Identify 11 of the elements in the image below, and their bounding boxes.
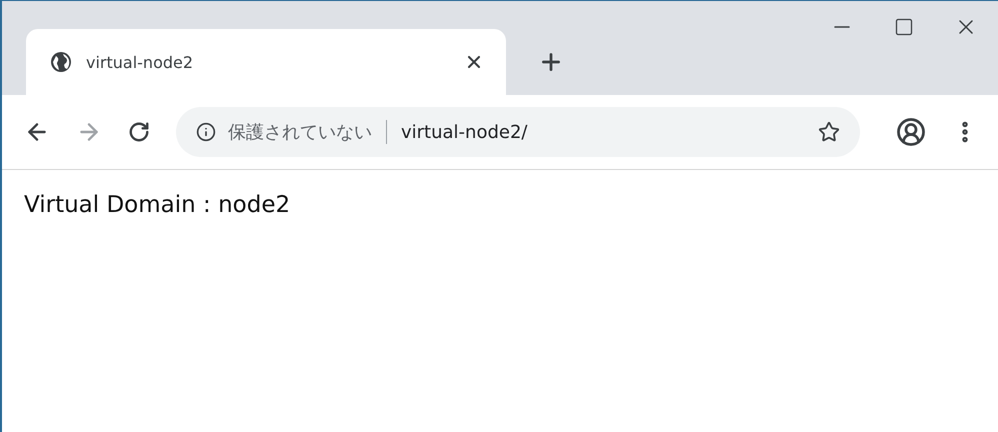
tab-title: virtual-node2 — [86, 52, 194, 72]
star-icon[interactable] — [818, 121, 840, 143]
security-label: 保護されていない — [228, 121, 372, 144]
url-text: virtual-node2/ — [401, 122, 528, 142]
address-bar[interactable]: 保護されていない virtual-node2/ — [176, 107, 860, 157]
page-text: Virtual Domain : node2 — [24, 192, 292, 218]
info-icon — [196, 122, 216, 142]
account-icon[interactable] — [896, 117, 926, 147]
reload-icon[interactable] — [128, 121, 150, 143]
browser-tab[interactable]: virtual-node2 — [26, 29, 506, 95]
globe-icon — [50, 51, 72, 73]
